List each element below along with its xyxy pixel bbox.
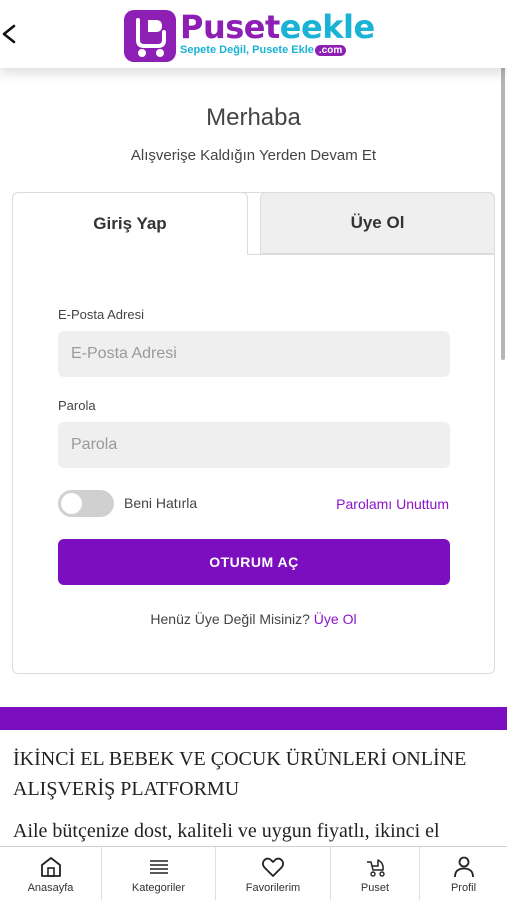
purple-divider-band <box>0 707 507 730</box>
brand-tagline: Sepete Değil, Pusete Ekle .com <box>180 44 375 56</box>
home-icon <box>40 857 61 877</box>
login-button[interactable]: OTURUM AÇ <box>58 539 450 585</box>
tab-divider <box>248 254 495 255</box>
nav-label: Kategoriler <box>131 882 186 894</box>
email-label: E-Posta Adresi <box>58 307 144 322</box>
password-label: Parola <box>58 398 96 413</box>
nav-label: Puset <box>360 882 390 894</box>
menu-icon <box>149 860 168 874</box>
register-link[interactable]: Üye Ol <box>314 611 357 627</box>
nav-label: Anasayfa <box>27 882 74 894</box>
bottom-navigation: Anasayfa Kategoriler Favorilerim Puset P… <box>0 846 507 900</box>
remember-me-label: Beni Hatırla <box>124 495 198 511</box>
tab-login[interactable]: Giriş Yap <box>12 192 248 255</box>
back-button[interactable] <box>0 18 22 50</box>
stroller-logo-icon <box>124 10 176 62</box>
app-header: Puseteekle Sepete Değil, Pusete Ekle .com <box>0 0 507 68</box>
password-field[interactable] <box>58 422 450 468</box>
email-field[interactable] <box>58 331 450 377</box>
nav-item-favorites[interactable]: Favorilerim <box>216 847 331 900</box>
tagline-com-badge: .com <box>314 44 347 56</box>
register-prompt: Henüz Üye Değil Misiniz? Üye Ol <box>0 611 507 627</box>
user-icon <box>453 856 474 878</box>
chevron-left-icon <box>2 24 16 44</box>
nav-item-puset[interactable]: Puset <box>331 847 420 900</box>
logo[interactable]: Puseteekle Sepete Değil, Pusete Ekle .com <box>124 10 375 66</box>
brand-name: Puseteekle <box>180 8 375 46</box>
nav-item-home[interactable]: Anasayfa <box>0 847 102 900</box>
forgot-password-link[interactable]: Parolamı Unuttum <box>336 496 449 512</box>
nav-item-categories[interactable]: Kategoriler <box>102 847 216 900</box>
heart-icon <box>261 857 285 877</box>
toggle-knob <box>61 493 82 514</box>
nav-label: Profil <box>450 882 477 894</box>
platform-description: Aile bütçenize dost, kaliteli ve uygun f… <box>13 820 440 842</box>
tab-register[interactable]: Üye Ol <box>260 192 495 254</box>
remember-me-toggle[interactable] <box>58 490 114 517</box>
greeting-title: Merhaba <box>206 104 301 131</box>
greeting-subtitle: Alışverişe Kaldığın Yerden Devam Et <box>130 147 377 164</box>
stroller-icon <box>367 859 385 877</box>
nav-item-profile[interactable]: Profil <box>420 847 507 900</box>
register-prompt-text: Henüz Üye Değil Misiniz? <box>150 611 310 627</box>
platform-heading: İKİNCİ EL BEBEK VE ÇOCUK ÜRÜNLERİ ONLİNE… <box>13 748 467 800</box>
nav-label: Favorilerim <box>245 882 301 894</box>
